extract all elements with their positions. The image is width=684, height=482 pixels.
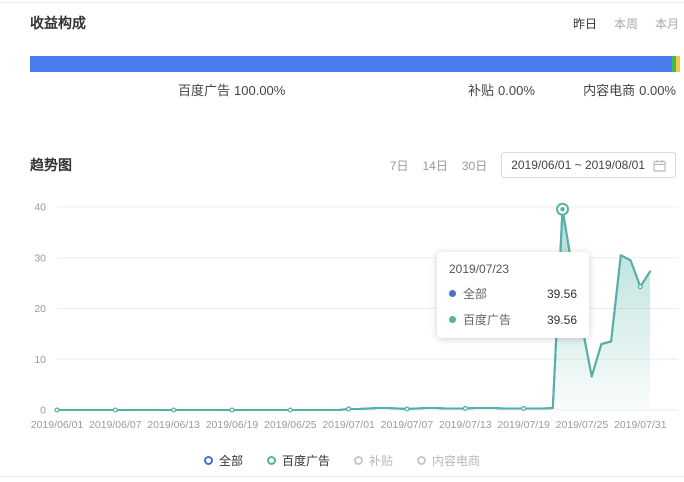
svg-text:2019/07/07: 2019/07/07: [381, 419, 434, 431]
legend-ring-all: [204, 456, 213, 465]
chart-legend: 全部 百度广告 补贴 内容电商: [0, 452, 684, 469]
svg-text:2019/06/07: 2019/06/07: [89, 419, 142, 431]
range-button-7d[interactable]: 7日: [390, 157, 409, 174]
tab-yesterday[interactable]: 昨日: [573, 15, 597, 32]
label-ecommerce-name: 内容电商: [583, 83, 635, 98]
trend-controls: 7日 14日 30日 2019/06/01 ~ 2019/08/01: [390, 152, 676, 178]
svg-text:2019/06/25: 2019/06/25: [264, 419, 317, 431]
label-ecommerce: 内容电商 0.00%: [583, 80, 676, 99]
bar-segment-baidu-ads[interactable]: [30, 56, 672, 72]
label-baidu-ads-name: 百度广告: [178, 83, 230, 98]
label-subsidy-percent: 0.00%: [498, 83, 535, 98]
range-button-30d[interactable]: 30日: [462, 157, 487, 174]
legend-label-all: 全部: [219, 452, 243, 469]
legend-ring-subsidy: [354, 456, 363, 465]
svg-text:2019/07/01: 2019/07/01: [322, 419, 375, 431]
tooltip-value-baidu-ads: 39.56: [547, 313, 577, 327]
legend-label-subsidy: 补贴: [369, 452, 393, 469]
revenue-dashboard: { "colors": { "bar-blue": "#4a7cf0", "ba…: [0, 0, 684, 482]
period-tabs: 昨日 本周 本月: [573, 15, 679, 32]
svg-text:2019/07/13: 2019/07/13: [439, 419, 492, 431]
legend-item-ecommerce[interactable]: 内容电商: [417, 452, 480, 469]
tab-this-month[interactable]: 本月: [655, 15, 679, 32]
calendar-icon: [653, 159, 666, 172]
tooltip-dot-all: [449, 290, 456, 297]
tooltip-value-all: 39.56: [547, 287, 577, 301]
legend-label-ecommerce: 内容电商: [432, 452, 480, 469]
bar-segment-ecommerce[interactable]: [676, 56, 680, 72]
tooltip-dot-baidu-ads: [449, 316, 456, 323]
range-button-14d[interactable]: 14日: [422, 157, 447, 174]
tooltip-row-all: 全部 39.56: [449, 285, 577, 302]
legend-item-subsidy[interactable]: 补贴: [354, 452, 393, 469]
svg-text:30: 30: [34, 252, 46, 264]
label-subsidy-name: 补贴: [468, 83, 494, 98]
tooltip-label-all: 全部: [463, 285, 547, 302]
tooltip-date: 2019/07/23: [449, 262, 577, 276]
tooltip-row-baidu-ads: 百度广告 39.56: [449, 311, 577, 328]
revenue-labels-row: 百度广告 100.00% 补贴 0.00% 内容电商 0.00%: [0, 80, 680, 96]
legend-item-baidu-ads[interactable]: 百度广告: [267, 452, 330, 469]
trend-header: 趋势图 7日 14日 30日 2019/06/01 ~ 2019/08/01: [30, 152, 676, 178]
trend-title: 趋势图: [30, 155, 72, 175]
tab-this-week[interactable]: 本周: [614, 15, 638, 32]
bottom-divider: [0, 476, 684, 477]
chart-tooltip: 2019/07/23 全部 39.56 百度广告 39.56: [437, 252, 589, 338]
revenue-header: 收益构成 昨日 本周 本月: [30, 13, 679, 33]
svg-text:2019/07/19: 2019/07/19: [497, 419, 550, 431]
label-ecommerce-percent: 0.00%: [639, 83, 676, 98]
date-range-value: 2019/06/01 ~ 2019/08/01: [511, 158, 645, 172]
revenue-title: 收益构成: [30, 13, 86, 33]
svg-text:10: 10: [34, 354, 46, 366]
revenue-stacked-bar: [30, 56, 680, 72]
legend-item-all[interactable]: 全部: [204, 452, 243, 469]
label-baidu-ads-percent: 100.00%: [234, 83, 285, 98]
svg-text:2019/07/25: 2019/07/25: [556, 419, 609, 431]
legend-label-baidu-ads: 百度广告: [282, 452, 330, 469]
svg-text:2019/06/13: 2019/06/13: [147, 419, 200, 431]
panel-top-border: [0, 2, 684, 3]
svg-text:2019/06/19: 2019/06/19: [206, 419, 259, 431]
svg-text:0: 0: [40, 405, 46, 417]
label-subsidy: 补贴 0.00%: [468, 80, 535, 99]
svg-text:2019/06/01: 2019/06/01: [31, 419, 84, 431]
tooltip-label-baidu-ads: 百度广告: [463, 311, 547, 328]
legend-ring-ecommerce: [417, 456, 426, 465]
label-baidu-ads: 百度广告 100.00%: [178, 80, 285, 99]
date-range-picker[interactable]: 2019/06/01 ~ 2019/08/01: [501, 152, 676, 178]
svg-text:2019/07/31: 2019/07/31: [614, 419, 667, 431]
svg-text:40: 40: [34, 202, 46, 214]
svg-text:20: 20: [34, 303, 46, 315]
legend-ring-baidu-ads: [267, 456, 276, 465]
